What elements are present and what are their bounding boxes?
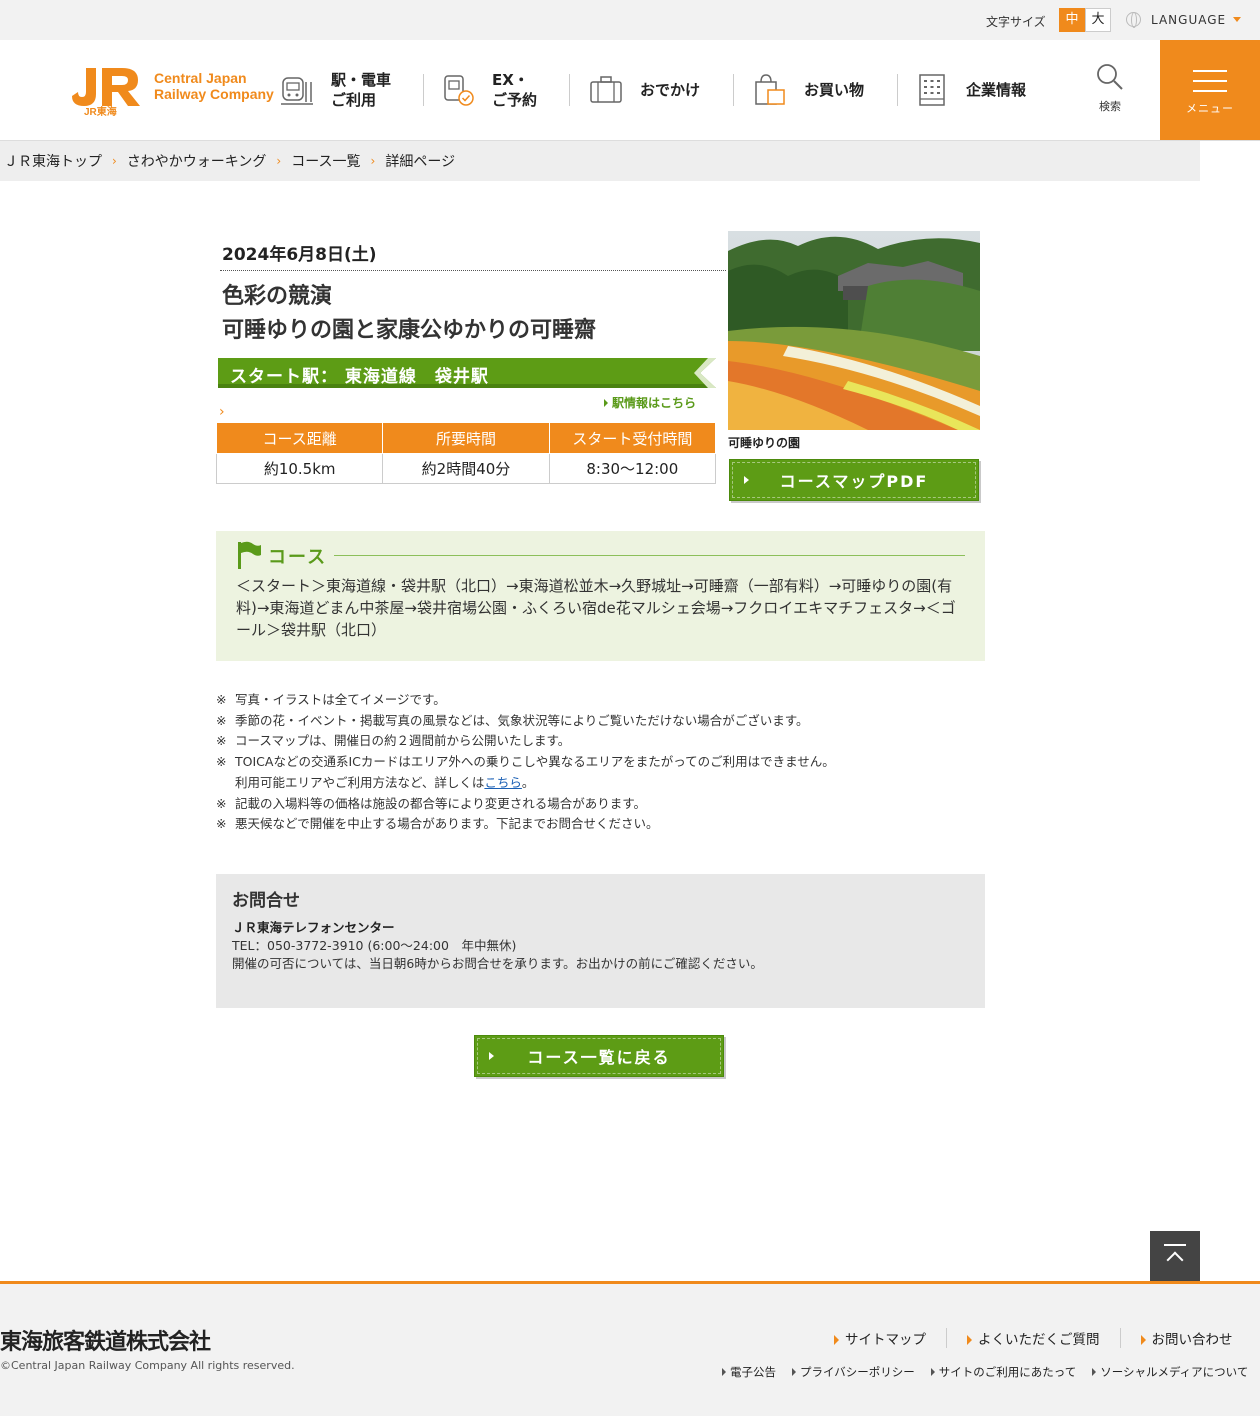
footer-sub-links: 電子公告 プライバシーポリシー サイトのご利用にあたって ソーシャルメディアにつ…: [722, 1364, 1248, 1380]
search-button[interactable]: 検索: [1088, 62, 1132, 114]
globe-icon[interactable]: [1126, 12, 1141, 28]
font-size-label: 文字サイズ: [986, 15, 1046, 29]
divider: [334, 555, 965, 556]
course-heading: コース: [268, 547, 328, 568]
triangle-right-icon: [744, 476, 749, 484]
triangle-right-icon: [1140, 1335, 1146, 1345]
footer-link-sitemap[interactable]: サイトマップ: [834, 1328, 947, 1348]
contact-note: 開催の可否については、当日朝6時からお問合せを承ります。お出かけの前にご確認くだ…: [232, 956, 763, 971]
notes-list: ※ 写真・イラストは全てイメージです。 ※ 季節の花・イベント・掲載写真の風景などは…: [216, 690, 956, 835]
note-item: ※ 写真・イラストは全てイメージです。: [216, 692, 446, 707]
triangle-right-icon: [834, 1335, 839, 1345]
footer-link-faq[interactable]: よくいただくご質問: [967, 1328, 1121, 1348]
triangle-right-icon: [489, 1052, 494, 1060]
footer-link-public-notice[interactable]: 電子公告: [722, 1364, 776, 1380]
contact-box: お問合せ ＪＲ東海テレフォンセンター TEL：050-3772-3910 (6:…: [216, 874, 985, 1008]
back-to-course-list-button[interactable]: コース一覧に戻る: [474, 1035, 724, 1077]
divider: [220, 270, 726, 271]
nav-divider: [569, 74, 570, 106]
course-title: 色彩の競演 可睡ゆりの園と家康公ゆかりの可睡齋: [222, 284, 597, 343]
site-header: JR東海 Central Japan Railway Company 駅・電車 …: [0, 40, 1260, 141]
note-item: ※ TOICAなどの交通系ICカードはエリア外への乗りこしや異なるエリアをまたがっ…: [216, 754, 835, 770]
breadcrumb-item[interactable]: コース一覧: [291, 151, 360, 171]
triangle-right-icon: [604, 399, 608, 407]
triangle-right-icon: [722, 1368, 726, 1376]
breadcrumb-item[interactable]: さわやかウォーキング: [127, 151, 267, 171]
station-info-link[interactable]: 駅情報はこちら: [604, 394, 696, 411]
triangle-right-icon: [1092, 1368, 1097, 1376]
table-header: 所要時間: [382, 422, 550, 454]
train-icon: [281, 77, 313, 105]
triangle-right-icon: [792, 1368, 796, 1376]
contact-name: ＪＲ東海テレフォンセンター: [232, 920, 395, 935]
nav-divider: [423, 74, 424, 106]
note-item: ※ 悪天候などで開催を中止する場合があります。下記までお問合せください。: [216, 816, 659, 832]
company-logo-text[interactable]: Central Japan Railway Company: [154, 70, 274, 102]
nav-divider: [897, 74, 898, 106]
start-reception-time: 8:30～12:00: [548, 453, 717, 484]
reservation-icon: [444, 75, 474, 106]
chevron-right-icon: ›: [112, 154, 117, 168]
breadcrumb-item[interactable]: ＪＲ東海トップ: [4, 151, 102, 171]
site-footer: 東海旅客鉄道株式会社 ©Central Japan Railway Compan…: [0, 1281, 1260, 1416]
nav-shopping[interactable]: お買い物: [752, 40, 864, 140]
font-size-large-button[interactable]: 大: [1085, 8, 1111, 32]
footer-link-privacy[interactable]: プライバシーポリシー: [792, 1364, 915, 1380]
footer-company-name: 東海旅客鉄道株式会社: [0, 1330, 211, 1355]
ic-card-info-link[interactable]: こちら: [484, 775, 522, 790]
contact-title: お問合せ: [232, 891, 300, 911]
shopping-bag-icon: [755, 74, 785, 105]
nav-divider: [733, 74, 734, 106]
duration: 約2時間40分: [382, 453, 550, 484]
table-header: スタート受付時間: [548, 422, 717, 454]
footer-main-links: サイトマップ よくいただくご質問 お問い合わせ: [834, 1328, 1233, 1348]
flag-icon: [238, 541, 261, 569]
nav-outing[interactable]: おでかけ: [588, 40, 700, 140]
jr-logo-icon[interactable]: JR東海: [70, 64, 142, 120]
table-header: コース距離: [215, 422, 384, 454]
chevron-right-icon: ›: [219, 404, 225, 420]
font-size-medium-button[interactable]: 中: [1059, 8, 1085, 32]
building-icon: [919, 74, 945, 106]
start-station-label: スタート駅： 東海道線 袋井駅: [230, 367, 489, 387]
photo-caption: 可睡ゆりの園: [728, 436, 801, 450]
nav-ex-reservation[interactable]: EX・ ご予約: [440, 40, 537, 140]
chevron-right-icon: ›: [276, 154, 282, 168]
footer-link-contact[interactable]: お問い合わせ: [1140, 1328, 1233, 1348]
utility-bar: 文字サイズ 中 大 LANGUAGE: [0, 0, 1260, 40]
course-distance: 約10.5km: [215, 453, 384, 484]
hamburger-icon: [1193, 70, 1227, 100]
course-photo: [728, 231, 980, 430]
note-item: ※ 季節の花・イベント・掲載写真の風景などは、気象状況等によりご覧いただけない場合…: [216, 712, 809, 728]
note-item: ※ コースマップは、開催日の約２週間前から公開いたします。: [216, 733, 571, 749]
note-item-continued: 利用可能エリアやご利用方法など、詳しくはこちら。: [235, 774, 535, 790]
footer-link-terms[interactable]: サイトのご利用にあたって: [930, 1364, 1076, 1380]
event-date: 2024年6月8日(土): [222, 245, 377, 265]
course-route: ＜スタート＞東海道線・袋井駅（北口）→東海道松並木→久野城址→可睡齋（一部有料）…: [236, 577, 956, 639]
course-info-table: コース距離 所要時間 スタート受付時間 約10.5km 約2時間40分 8:30…: [215, 422, 717, 484]
course-map-pdf-button[interactable]: コースマップPDF: [729, 459, 979, 501]
contact-tel: TEL：050-3772-3910 (6:00～24:00 年中無休): [232, 938, 517, 953]
copyright: ©Central Japan Railway Company All right…: [0, 1359, 295, 1372]
note-item: ※ 記載の入場料等の価格は施設の都合等により変更される場合があります。: [216, 795, 647, 811]
triangle-right-icon: [930, 1368, 935, 1376]
breadcrumb: ＪＲ東海トップ › さわやかウォーキング › コース一覧 › 詳細ページ: [0, 141, 1200, 181]
footer-link-social-media[interactable]: ソーシャルメディアについて: [1092, 1364, 1248, 1380]
chevron-right-icon: ›: [370, 154, 376, 168]
nav-corporate[interactable]: 企業情報: [914, 40, 1026, 140]
suitcase-icon: [590, 76, 622, 103]
language-selector[interactable]: LANGUAGE: [1151, 13, 1226, 27]
breadcrumb-current: 詳細ページ: [385, 154, 456, 170]
caret-down-icon[interactable]: [1233, 17, 1241, 22]
course-route-box: コース ＜スタート＞東海道線・袋井駅（北口）→東海道松並木→久野城址→可睡齋（一…: [216, 531, 985, 661]
menu-button[interactable]: メニュー: [1160, 40, 1260, 140]
svg-text:JR東海: JR東海: [84, 105, 117, 116]
nav-station-train[interactable]: 駅・電車 ご利用: [279, 40, 391, 140]
triangle-right-icon: [967, 1335, 972, 1345]
search-icon: [1097, 64, 1123, 90]
back-to-top-button[interactable]: [1150, 1231, 1200, 1281]
